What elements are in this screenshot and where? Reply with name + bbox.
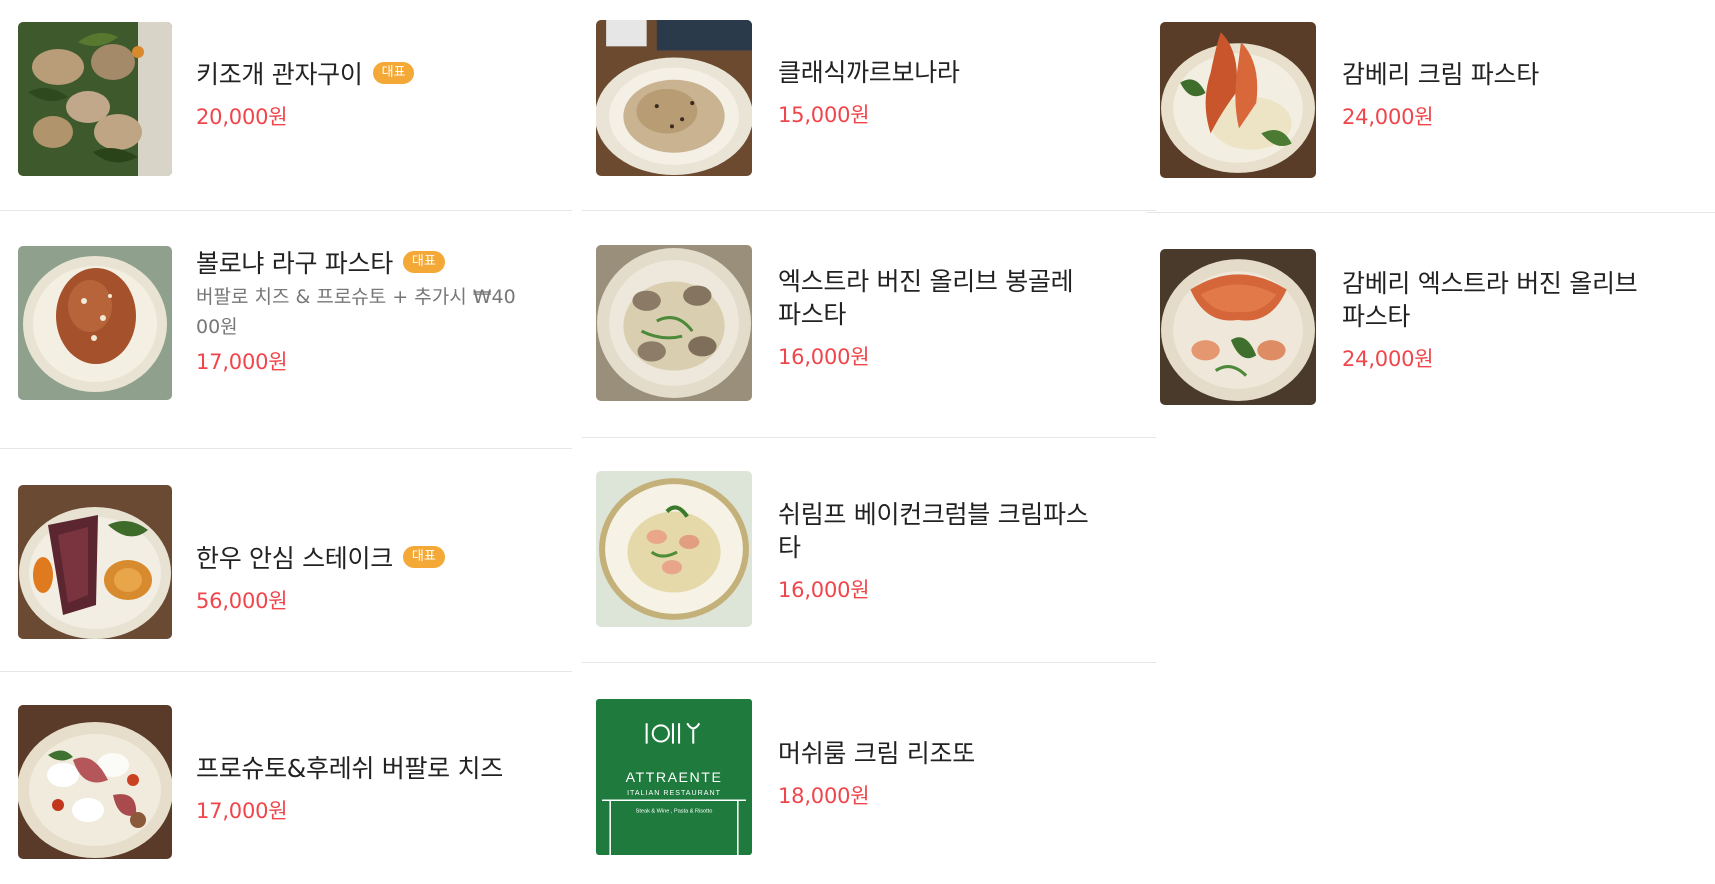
signature-badge: 대표 [372,62,415,84]
menu-item[interactable]: 엑스트라 버진 올리브 봉골레 파스타 16,000원 [582,211,1156,438]
menu-item-name: 프로슈토&후레쉬 버팔로 치즈 [196,754,503,783]
menu-item-info: 감베리 크림 파스타 24,000원 [1342,58,1705,131]
prosciutto-cheese-image [18,705,172,859]
menu-item[interactable]: 감베리 엑스트라 버진 올리브 파스타 24,000원 [1146,213,1715,423]
menu-item-price: 16,000원 [778,578,870,602]
menu-item[interactable]: 프로슈토&후레쉬 버팔로 치즈 17,000원 [0,672,572,884]
gamberi-cream-pasta-image [1160,22,1316,178]
vongole-pasta-image [596,245,752,401]
menu-item-name-line: 감베리 엑스트라 버진 올리브 [1342,269,1638,298]
menu-item-price: 17,000원 [196,350,288,374]
logo-subtitle: ITALIAN RESTAURANT [627,789,721,797]
menu-item-price: 17,000원 [196,799,288,823]
bolognese-pasta-image [18,246,172,400]
menu-item[interactable]: ATTRAENTE ITALIAN RESTAURANT Steak & Win… [582,663,1156,884]
menu-item-info: 머쉬룸 크림 리조또 18,000원 [778,737,1146,810]
menu-item-price: 18,000원 [778,784,870,808]
menu-item-price: 56,000원 [196,589,288,613]
menu-item-name: 볼로냐 라구 파스타 대표 [196,247,562,280]
menu-item-info: 감베리 엑스트라 버진 올리브 파스타 24,000원 [1342,267,1705,373]
menu-item-price: 16,000원 [778,345,870,369]
menu-column-1: 키조개 관자구이 대표 20,000원 볼로냐 라구 파스타 대표 버팔로 치즈 &… [0,0,572,884]
menu-item-name-line: 엑스트라 버진 올리브 봉골레 [778,267,1074,296]
menu-item-info: 키조개 관자구이 대표 20,000원 [196,58,562,131]
menu-item-description-line: 버팔로 치즈 & 프로슈토 + 추가시 ₩40 [196,286,516,308]
menu-item-description-line: 00원 [196,316,238,338]
menu-item-price: 24,000원 [1342,347,1434,371]
menu-item-name: 감베리 엑스트라 버진 올리브 파스타 [1342,267,1705,333]
menu-item[interactable]: 볼로냐 라구 파스타 대표 버팔로 치즈 & 프로슈토 + 추가시 ₩40 00원… [0,211,572,449]
menu-item-name: 쉬림프 베이컨크럼블 크림파스 타 [778,498,1146,564]
menu-item-info: 한우 안심 스테이크 대표 56,000원 [196,542,562,615]
menu-item[interactable]: 클래식까르보나라 15,000원 [582,0,1156,211]
menu-item-description: 버팔로 치즈 & 프로슈토 + 추가시 ₩40 00원 [196,282,562,342]
gamberi-olive-pasta-image [1160,249,1316,405]
menu-item-price: 15,000원 [778,103,870,127]
menu-item-name-line: 타 [778,533,801,562]
steak-dish-image [18,485,172,639]
menu-column-3: 감베리 크림 파스타 24,000원 감베리 엑스트라 버진 올리브 파스타 2… [1146,0,1715,423]
carbonara-image [596,20,752,176]
logo-tagline: Steak & Wine , Pasta & Risotto [636,808,713,814]
menu-item-info: 볼로냐 라구 파스타 대표 버팔로 치즈 & 프로슈토 + 추가시 ₩40 00원… [196,247,562,376]
menu-item-info: 엑스트라 버진 올리브 봉골레 파스타 16,000원 [778,265,1146,371]
restaurant-logo-image: ATTRAENTE ITALIAN RESTAURANT Steak & Win… [596,699,752,855]
menu-item-name-line: 파스타 [778,300,847,329]
menu-item[interactable]: 키조개 관자구이 대표 20,000원 [0,0,572,211]
menu-item[interactable]: 한우 안심 스테이크 대표 56,000원 [0,449,572,672]
scallop-dish-image [18,22,172,176]
menu-item-name-line: 파스타 [1342,302,1411,331]
signature-badge: 대표 [402,251,445,273]
menu-item-price: 24,000원 [1342,105,1434,129]
logo-title: ATTRAENTE [626,770,723,786]
menu-item-name-line: 쉬림프 베이컨크럼블 크림파스 [778,500,1089,529]
menu-item-info: 클래식까르보나라 15,000원 [778,56,1146,129]
menu-item-name: 엑스트라 버진 올리브 봉골레 파스타 [778,265,1146,331]
menu-item-name: 머쉬룸 크림 리조또 [778,739,975,768]
menu-item-name: 감베리 크림 파스타 [1342,60,1539,89]
menu-item-name: 클래식까르보나라 [778,58,960,87]
menu-item[interactable]: 감베리 크림 파스타 24,000원 [1146,0,1715,213]
signature-badge: 대표 [402,546,445,568]
menu-column-2: 클래식까르보나라 15,000원 엑스트라 버진 올리브 봉골레 파스타 16,… [582,0,1156,884]
menu-item-name: 키조개 관자구이 대표 [196,58,562,91]
menu-item-name: 한우 안심 스테이크 대표 [196,542,562,575]
shrimp-cream-pasta-image [596,471,752,627]
menu-item-price: 20,000원 [196,105,288,129]
menu-item[interactable]: 쉬림프 베이컨크럼블 크림파스 타 16,000원 [582,438,1156,663]
menu-item-info: 프로슈토&후레쉬 버팔로 치즈 17,000원 [196,752,562,825]
menu-item-info: 쉬림프 베이컨크럼블 크림파스 타 16,000원 [778,498,1146,604]
